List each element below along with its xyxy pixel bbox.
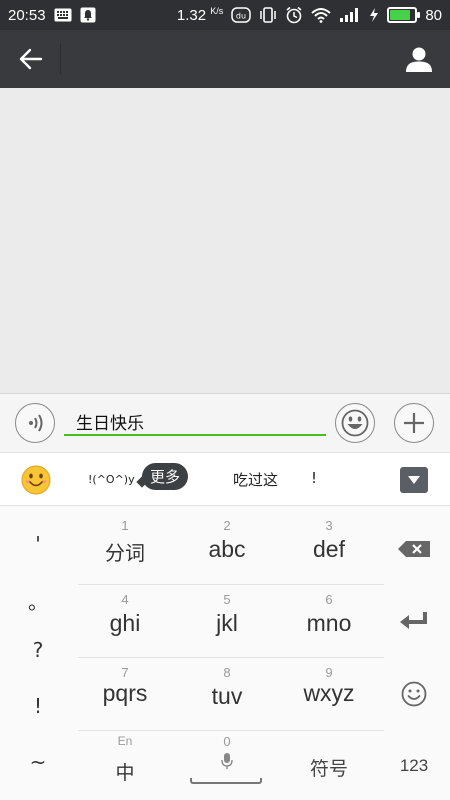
vibrate-icon <box>259 7 277 23</box>
voice-input-button[interactable] <box>15 403 55 443</box>
language-switch-key[interactable]: En 中 <box>74 728 176 800</box>
numbers-key[interactable]: 123 <box>384 728 444 800</box>
signal-icon <box>339 7 361 23</box>
emoji-icon <box>401 681 427 706</box>
t9-keyboard: ' 。 ? ! ~ 1 分词 2 abc 3 def 4 ghi 5 jkl 6 mno 7… <box>0 506 450 800</box>
battery-icon <box>387 7 421 23</box>
key-1[interactable]: 1 分词 <box>74 510 176 583</box>
key-9[interactable]: 9 wxyz <box>278 657 380 730</box>
message-input[interactable] <box>64 402 326 436</box>
ime-candidate-bar: !(^O^)y 更多 吃过这 ! <box>0 452 450 506</box>
punct-key[interactable]: 。 <box>0 572 76 628</box>
punct-key[interactable]: ~ <box>0 734 76 790</box>
key-3[interactable]: 3 def <box>278 510 380 583</box>
punct-key[interactable]: ! <box>0 678 76 734</box>
emoji-icon <box>341 409 369 437</box>
notification-bell-icon <box>80 7 96 23</box>
key-5[interactable]: 5 jkl <box>176 584 278 657</box>
status-time: 20:53 <box>8 6 46 24</box>
back-button[interactable] <box>14 42 48 76</box>
enter-key[interactable] <box>384 584 444 657</box>
emoji-candidate[interactable] <box>21 465 51 495</box>
status-bar: 20:53 1.32 K/s du 80 <box>0 0 450 30</box>
symbols-key[interactable]: 符号 <box>278 728 380 800</box>
chat-message-area <box>0 88 450 393</box>
plus-icon <box>404 413 424 433</box>
wifi-icon <box>311 7 331 23</box>
charging-icon <box>369 7 379 23</box>
enter-icon <box>400 611 427 629</box>
mic-icon <box>220 752 234 775</box>
punctuation-column: ' 。 ? ! ~ <box>0 506 76 800</box>
chat-info-button[interactable] <box>402 42 436 76</box>
back-arrow-icon <box>19 48 43 70</box>
person-icon <box>406 47 432 72</box>
space-bar-indicator <box>190 778 262 784</box>
backspace-icon <box>398 540 430 557</box>
backspace-key[interactable] <box>384 512 444 585</box>
header-divider <box>60 44 61 74</box>
candidate-item[interactable]: 吃过这 <box>233 469 278 490</box>
alarm-icon <box>285 6 303 24</box>
space-key[interactable]: 0 <box>176 728 278 800</box>
chevron-down-icon <box>408 476 420 484</box>
expand-candidates-button[interactable] <box>400 467 428 493</box>
more-functions-button[interactable] <box>394 403 434 443</box>
chat-header <box>0 30 450 88</box>
candidate-kaomoji[interactable]: !(^O^)y <box>88 473 135 486</box>
keyboard-icon <box>54 8 72 22</box>
key-2[interactable]: 2 abc <box>176 510 278 583</box>
voice-icon <box>29 414 43 432</box>
key-4[interactable]: 4 ghi <box>74 584 176 657</box>
key-8[interactable]: 8 tuv <box>176 657 278 730</box>
battery-percent: 80 <box>425 6 442 24</box>
network-speed: 1.32 K/s <box>176 6 224 24</box>
svg-text:du: du <box>236 12 246 21</box>
message-input-bar <box>0 393 450 452</box>
key-7[interactable]: 7 pqrs <box>74 657 176 730</box>
candidate-item[interactable]: ! <box>311 469 317 487</box>
emoji-button[interactable] <box>335 403 375 443</box>
key-6[interactable]: 6 mno <box>278 584 380 657</box>
smiley-icon <box>21 465 51 495</box>
more-tooltip[interactable]: 更多 <box>142 463 189 490</box>
baidu-app-icon: du <box>231 7 252 23</box>
emoji-keyboard-key[interactable] <box>384 657 444 730</box>
punct-key[interactable]: ' <box>0 516 76 572</box>
punct-key[interactable]: ? <box>0 622 76 678</box>
